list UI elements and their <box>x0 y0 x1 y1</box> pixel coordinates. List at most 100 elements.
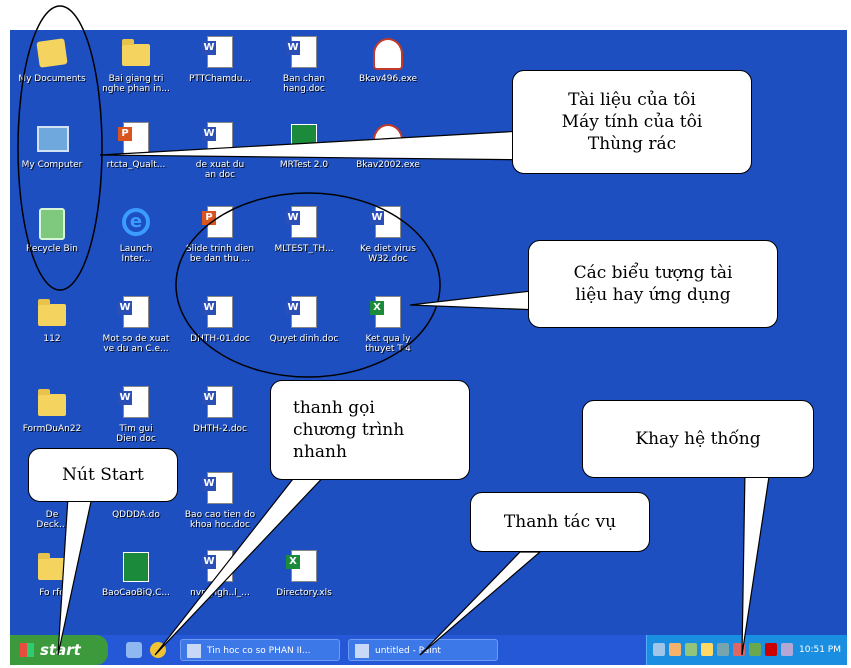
powerpoint-doc-icon: P <box>202 206 235 240</box>
word-doc-icon: W <box>202 296 235 330</box>
callout-start-button: Nút Start <box>28 448 178 502</box>
desktop-icon-quyet-dinh[interactable]: W Quyet dinh.doc <box>262 296 346 344</box>
taskbar: start Tin hoc co so PHAN II... untitled … <box>10 635 847 665</box>
windows-logo-icon <box>20 643 34 657</box>
word-doc-icon: W <box>118 386 151 420</box>
icon-label: Bai giang tri nghe phan in... <box>102 74 170 94</box>
icon-label: QDDDA.do <box>112 510 160 520</box>
icon-label: Mot so de xuat ve du an C.e... <box>102 334 170 354</box>
icon-label: rtcta_Qualt... <box>106 160 166 170</box>
desktop-icon-slide-trinh-dien[interactable]: P Slide trinh dien be dan thu ... <box>178 206 262 264</box>
desktop-icon-directory-xls[interactable]: X Directory.xls <box>262 550 346 598</box>
callout-text: Thanh tác vụ <box>503 512 617 532</box>
icon-label: MRTest 2.0 <box>279 160 329 170</box>
my-documents-icon <box>36 36 68 70</box>
tray-icon[interactable] <box>781 643 793 656</box>
system-tray: 10:51 PM <box>646 635 847 665</box>
desktop-icon-tim-gui[interactable]: W Tim gui Dien doc <box>94 386 178 444</box>
desktop-icon-bkav496[interactable]: Bkav496.exe <box>346 36 430 84</box>
desktop-icon-ke-diet-virus[interactable]: W Ke diet virus W32.doc <box>346 206 430 264</box>
desktop-icon-bao-cao-tien-do[interactable]: W Bao cao tien do khoa hoc.doc <box>178 472 262 530</box>
desktop-icon-de-xuat-du-an[interactable]: W de xuat du an doc <box>178 122 262 180</box>
icon-label: de xuat du an doc <box>195 160 245 180</box>
icon-label: DHTH-01.doc <box>190 334 250 344</box>
desktop-icon-ban-chan-hang[interactable]: W Ban chan hang.doc <box>262 36 346 94</box>
paint-icon <box>355 644 369 658</box>
desktop-icon-formduan22[interactable]: FormDuAn22 <box>10 386 94 434</box>
word-doc-icon: W <box>286 36 319 70</box>
folder-icon <box>37 550 67 584</box>
icon-label: Bkav496.exe <box>358 74 418 84</box>
desktop-icon-mrtest[interactable]: MRTest 2.0 <box>262 122 346 170</box>
callout-doc-icons: Các biểu tượng tài liệu hay ứng dụng <box>528 240 778 328</box>
icon-label: Slide trinh dien be dan thu ... <box>185 244 255 264</box>
tray-icon[interactable] <box>653 643 665 656</box>
tray-icon[interactable] <box>749 643 761 656</box>
desktop-icon-nvn-ngh[interactable]: W nvn_ngh..l_... <box>178 550 262 598</box>
desktop-icon-dhth-2[interactable]: W DHTH-2.doc <box>178 386 262 434</box>
desktop-icon-mot-so-de-xuat[interactable]: W Mot so de xuat ve du an C.e... <box>94 296 178 354</box>
desktop-icon-112[interactable]: 112 <box>10 296 94 344</box>
desktop-icon-pttchamdu[interactable]: W PTTChamdu... <box>178 36 262 84</box>
word-doc-icon: W <box>202 472 235 506</box>
icon-label: Ke diet virus W32.doc <box>360 244 416 264</box>
tray-icon[interactable] <box>701 643 713 656</box>
excel-doc-icon <box>121 550 151 584</box>
word-doc-icon: W <box>370 206 403 240</box>
tray-icon[interactable] <box>685 643 697 656</box>
desktop-icon-baocaobiq[interactable]: BaoCaoBiQ.C... <box>94 550 178 598</box>
word-doc-icon <box>187 644 201 658</box>
callout-text: Các biểu tượng tài liệu hay ứng dụng <box>573 263 733 305</box>
word-doc-icon: W <box>202 36 235 70</box>
folder-icon <box>37 296 67 330</box>
icon-label: Bkav2002.exe <box>356 160 420 170</box>
recycle-bin-icon <box>37 206 67 240</box>
browser-quicklaunch-icon[interactable] <box>150 642 166 658</box>
bkav-icon <box>373 122 403 156</box>
icon-label: Fo rfo <box>39 588 65 598</box>
callout-text: thanh gọi chương trình nhanh <box>293 398 405 462</box>
desktop-icon-recycle-bin[interactable]: Recycle Bin <box>10 206 94 254</box>
tray-icon[interactable] <box>717 643 729 656</box>
task-button-tin-hoc[interactable]: Tin hoc co so PHAN II... <box>180 639 340 661</box>
show-desktop-icon[interactable] <box>126 642 142 658</box>
callout-quick-launch: thanh gọi chương trình nhanh <box>270 380 470 480</box>
icon-label: De Deck... <box>36 510 68 530</box>
word-doc-icon: W <box>202 122 235 156</box>
desktop-icon-ket-qua-ly-thuyet[interactable]: X Ket qua ly thuyet T-4 <box>346 296 430 354</box>
desktop-icon-bkav2002[interactable]: Bkav2002.exe <box>346 122 430 170</box>
desktop-icon-rtcta-qualt[interactable]: P rtcta_Qualt... <box>94 122 178 170</box>
desktop-icon-my-computer[interactable]: My Computer <box>10 122 94 170</box>
internet-explorer-icon: e <box>121 206 151 240</box>
icon-label: Tim gui Dien doc <box>116 424 156 444</box>
desktop-icon-dhth-01[interactable]: W DHTH-01.doc <box>178 296 262 344</box>
task-label: Tin hoc co so PHAN II... <box>207 646 311 656</box>
icon-label: MLTEST_TH... <box>274 244 334 254</box>
callout-text: Nút Start <box>62 465 144 485</box>
callout-taskbar: Thanh tác vụ <box>470 492 650 552</box>
word-doc-icon: W <box>286 206 319 240</box>
excel-doc-icon: X <box>286 550 319 584</box>
word-doc-icon: W <box>202 550 235 584</box>
tray-icon[interactable] <box>733 643 745 656</box>
icon-label: Launch Inter... <box>119 244 153 264</box>
icon-label: Recycle Bin <box>26 244 78 254</box>
clock[interactable]: 10:51 PM <box>799 635 841 665</box>
start-label: start <box>40 641 81 659</box>
icon-label: DHTH-2.doc <box>193 424 247 434</box>
icon-label: My Documents <box>18 74 86 84</box>
icon-label: Ket qua ly thuyet T-4 <box>365 334 411 354</box>
desktop-icon-mltest-th[interactable]: W MLTEST_TH... <box>262 206 346 254</box>
desktop-icon-launch-internet[interactable]: e Launch Inter... <box>94 206 178 264</box>
antivirus-v-icon[interactable] <box>765 643 777 656</box>
desktop-icon-my-documents[interactable]: My Documents <box>10 36 94 84</box>
desktop-icon-bai-giang[interactable]: Bai giang tri nghe phan in... <box>94 36 178 94</box>
callout-text: Tài liệu của tôi Máy tính của tôi Thùng … <box>561 90 703 154</box>
task-button-paint[interactable]: untitled - Paint <box>348 639 498 661</box>
word-doc-icon: W <box>286 296 319 330</box>
folder-icon <box>121 36 151 70</box>
start-button[interactable]: start <box>10 635 108 665</box>
word-doc-icon: W <box>202 386 235 420</box>
tray-icon[interactable] <box>669 643 681 656</box>
desktop-icon-forfo[interactable]: Fo rfo <box>10 550 94 598</box>
